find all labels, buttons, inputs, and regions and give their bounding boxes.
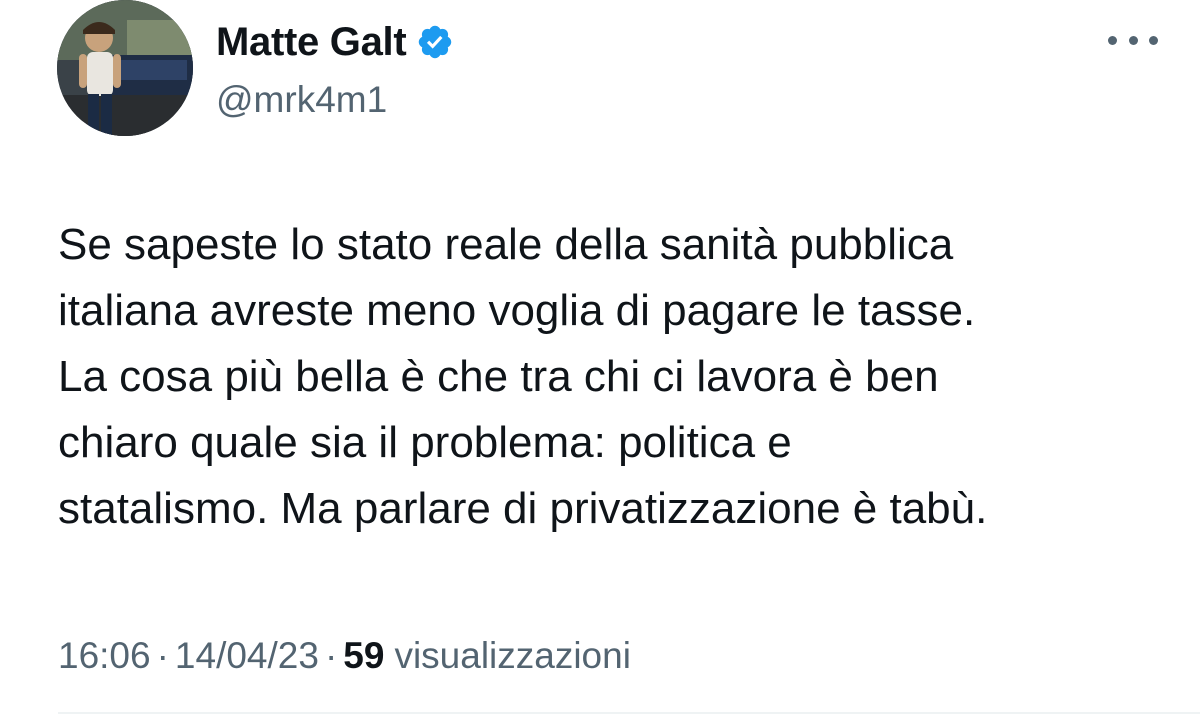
tweet-text-line: chiaro quale sia il problema: politica e — [58, 418, 792, 467]
author-name-row: Matte Galt — [216, 14, 454, 70]
tweet-meta: 16:06 · 14/04/23 · 59 visualizzazioni — [58, 630, 631, 682]
tweet-text: Se sapeste lo stato reale della sanità p… — [58, 212, 1158, 542]
tweet-text-line: La cosa più bella è che tra chi ci lavor… — [58, 352, 939, 401]
avatar-image — [57, 0, 193, 136]
meta-separator: · — [156, 635, 169, 676]
more-dot — [1108, 35, 1117, 45]
tweet-text-line: italiana avreste meno voglia di pagare l… — [58, 286, 976, 335]
tweet-date[interactable]: 14/04/23 — [175, 635, 319, 676]
divider — [58, 712, 1200, 714]
verified-badge-icon[interactable] — [416, 23, 454, 61]
author-handle[interactable]: @mrk4m1 — [216, 76, 387, 124]
author-display-name[interactable]: Matte Galt — [216, 14, 407, 70]
more-dot — [1128, 35, 1138, 45]
views-count: 59 — [343, 635, 385, 676]
more-dot — [1149, 35, 1158, 45]
avatar[interactable] — [57, 0, 193, 136]
meta-separator: · — [324, 635, 338, 676]
more-options-icon[interactable] — [1108, 22, 1158, 58]
views-label: visualizzazioni — [394, 635, 631, 676]
tweet-text-line: Se sapeste lo stato reale della sanità p… — [58, 220, 954, 269]
tweet-card: Matte Galt @mrk4m1 Se sapeste lo stato r… — [0, 0, 1200, 725]
tweet-text-line: statalismo. Ma parlare di privatizzazion… — [58, 484, 988, 533]
tweet-time[interactable]: 16:06 — [58, 635, 151, 676]
